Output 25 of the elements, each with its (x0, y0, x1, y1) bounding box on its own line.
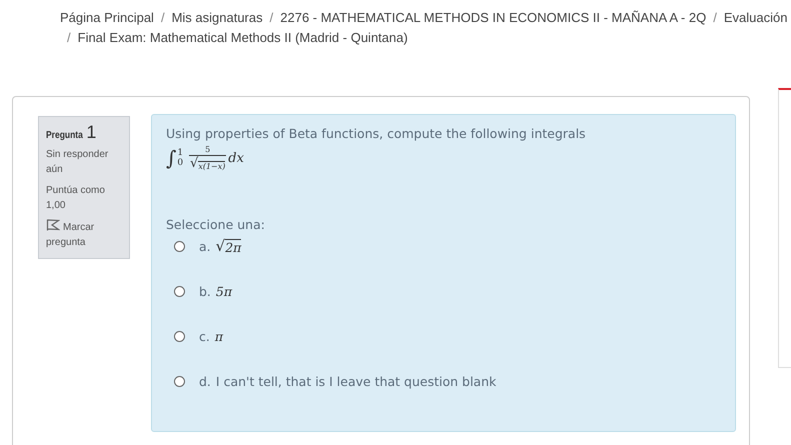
question-label: Pregunta (46, 130, 83, 141)
radio-button[interactable] (174, 330, 185, 342)
flag-icon (46, 219, 60, 231)
breadcrumb-link[interactable]: Evaluación (724, 8, 788, 28)
breadcrumb-separator: / (160, 9, 165, 27)
answer-option[interactable]: b. 5π (199, 284, 232, 298)
radio-button[interactable] (174, 286, 185, 296)
breadcrumb-separator: / (713, 9, 717, 27)
breadcrumb-link[interactable]: 2276 - MATHEMATICAL METHODS IN ECONOMICS II - MAÑANA A - 2Q (280, 8, 706, 28)
flag-question-link[interactable]: Marcar pregunta (46, 219, 122, 250)
breadcrumb-separator: / (67, 29, 71, 47)
question-text: Using properties of Beta functions, compute the following integrals (166, 125, 587, 143)
radio-button[interactable] (174, 240, 185, 252)
question-number: 1 (86, 122, 96, 143)
question-grade: Puntúa como 1,00 (46, 184, 106, 213)
answer-prompt: Seleccione una: (166, 217, 266, 232)
breadcrumb-link[interactable]: Mis asignaturas (172, 8, 263, 28)
breadcrumb-link[interactable]: Final Exam: Mathematical Methods II (Madrid - Quintana) (78, 28, 408, 48)
answer-option[interactable]: c. π (199, 328, 224, 344)
question-status: Sin responder aún (46, 148, 110, 177)
answer-option[interactable]: a. √2π (199, 237, 242, 255)
answer-option[interactable]: d. I can't tell, that is I leave that question blank (199, 374, 496, 388)
radio-button[interactable] (174, 376, 185, 386)
breadcrumb-separator: / (270, 9, 274, 27)
breadcrumb-link[interactable]: Página Principal (60, 8, 154, 28)
